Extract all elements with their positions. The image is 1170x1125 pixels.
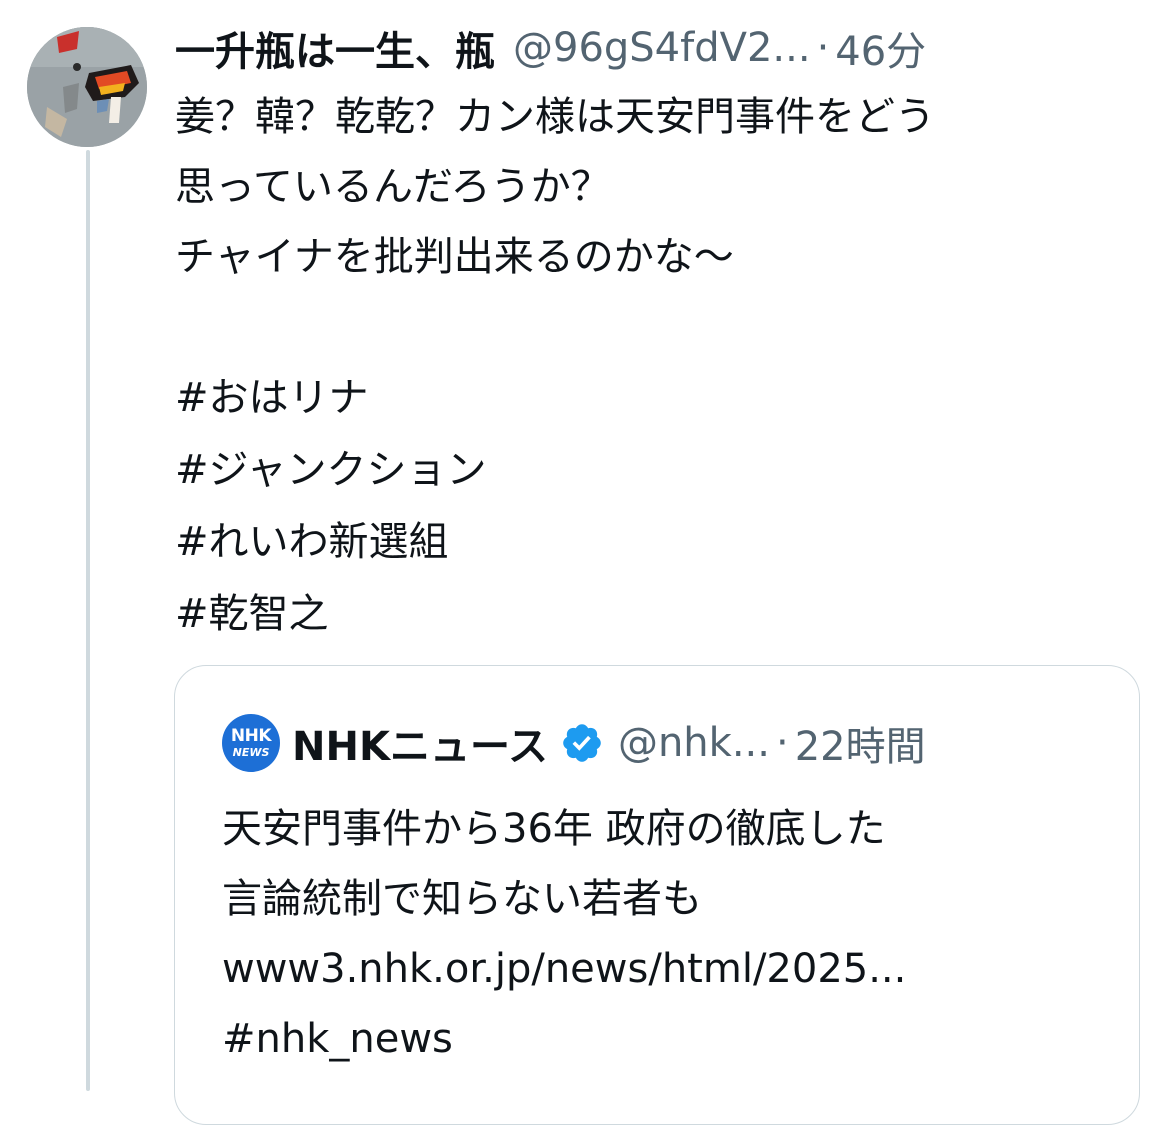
user-avatar-image (27, 27, 147, 147)
tweet-text: 姜？韓？乾乾？カン様は天安門事件をどう 思っているんだろうか？ チャイナを批判出… (175, 94, 935, 280)
user-avatar[interactable] (27, 27, 147, 147)
nhk-avatar-text: NHK (230, 726, 272, 746)
quoted-author-name[interactable]: NHKニュース (292, 714, 548, 772)
tweet-timestamp[interactable]: 46分 (835, 19, 926, 77)
quoted-tweet-header: NHK NEWS NHKニュース @nhk... · 22時間 (222, 714, 1122, 772)
quoted-tweet-text: 天安門事件から36年 政府の徹底した 言論統制で知らない若者も www3.nhk… (222, 806, 907, 1062)
author-name[interactable]: 一升瓶は一生、瓶 (175, 19, 495, 77)
hashtag-list: #おはリナ #ジャンクション #れいわ新選組 #乾智之 (175, 362, 1145, 650)
hashtag-link[interactable]: #おはリナ (175, 362, 1145, 434)
quoted-author-handle[interactable]: @nhk... (618, 720, 770, 766)
verified-badge-icon (563, 724, 601, 762)
quoted-tweet-timestamp[interactable]: 22時間 (795, 714, 926, 772)
nhk-avatar-subtext: NEWS (232, 746, 270, 759)
separator-dot: · (816, 25, 830, 71)
separator-dot: · (775, 720, 789, 766)
tweet-header: 一升瓶は一生、瓶 @96gS4fdV2... · 46分 (175, 18, 1145, 78)
nhk-news-avatar[interactable]: NHK NEWS (222, 714, 280, 772)
thread-line (86, 150, 90, 1091)
hashtag-link[interactable]: #ジャンクション (175, 434, 1145, 506)
hashtag-link[interactable]: #れいわ新選組 (175, 506, 1145, 578)
quoted-tweet-card[interactable]: NHK NEWS NHKニュース @nhk... · 22時間 天安門事件から3… (174, 665, 1140, 1125)
author-handle[interactable]: @96gS4fdV2... (513, 25, 811, 71)
hashtag-link[interactable]: #乾智之 (175, 578, 1145, 650)
